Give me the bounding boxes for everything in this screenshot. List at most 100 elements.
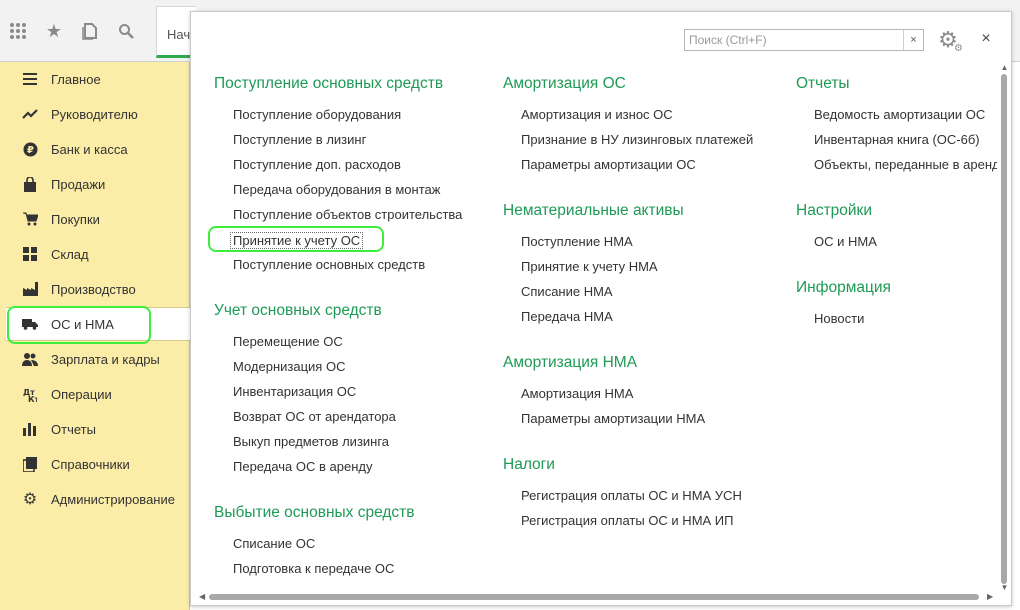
gear-icon: ⚙ [22,491,38,508]
menu-link[interactable]: Списание НМА [521,284,613,299]
warehouse-icon [22,246,38,262]
menu-link[interactable]: Инвентарная книга (ОС-6б) [814,132,980,147]
menu-link[interactable]: ОС и НМА [814,234,877,249]
sidebar-item-label: Главное [51,71,101,87]
horizontal-scroll-thumb[interactable] [209,594,979,600]
section-title: Отчеты [796,75,850,92]
menu-link[interactable]: Параметры амортизации ОС [521,157,696,172]
menu-link[interactable]: Перемещение ОС [233,334,343,349]
ruble-coin-icon: ₽ [22,141,38,157]
search-box: × [684,29,924,51]
menu-link[interactable]: Параметры амортизации НМА [521,411,705,426]
sidebar-item-operations[interactable]: Дт Кт Операции [6,377,190,411]
truck-icon [22,316,38,332]
sidebar-item-label: Операции [51,386,112,402]
menu-link[interactable]: Инвентаризация ОС [233,384,356,399]
menu-link[interactable]: Модернизация ОС [233,359,345,374]
star-icon[interactable]: ★ [36,13,72,49]
sidebar-item-label: Зарплата и кадры [51,351,160,367]
section-title: Информация [796,279,891,296]
sidebar-item-references[interactable]: Справочники [6,447,190,481]
sidebar-item-warehouse[interactable]: Склад [6,237,190,271]
section-title: Выбытие основных средств [214,504,415,521]
menu-link[interactable]: Передача НМА [521,309,613,324]
people-icon [22,351,38,367]
menu-link[interactable]: Новости [814,311,864,326]
trend-icon [22,106,38,122]
sidebar-item-purchases[interactable]: Покупки [6,202,190,236]
menu-link[interactable]: Регистрация оплаты ОС и НМА ИП [521,513,734,528]
menu-link[interactable]: Ведомость амортизации ОС [814,107,985,122]
menu-link[interactable]: Амортизация НМА [521,386,633,401]
sidebar-item-label: Руководителю [51,106,138,122]
debit-credit-icon: Дт Кт [22,386,38,402]
menu-link[interactable]: Поступление оборудования [233,107,401,122]
sidebar-item-admin[interactable]: ⚙ Администрирование [6,482,190,516]
sidebar-item-label: ОС и НМА [51,316,114,332]
menu-link[interactable]: Возврат ОС от арендатора [233,409,396,424]
sidebar-item-label: Администрирование [51,491,175,507]
menu-link[interactable]: Поступление доп. расходов [233,157,401,172]
vertical-scroll-thumb[interactable] [1001,74,1007,584]
sidebar-item-label: Производство [51,281,136,297]
menu-link[interactable]: Амортизация и износ ОС [521,107,673,122]
menu-link-focused[interactable]: Принятие к учету ОС [230,232,364,249]
menu-link[interactable]: Регистрация оплаты ОС и НМА УСН [521,488,742,503]
menu-link[interactable]: Принятие к учету НМА [521,259,658,274]
scroll-up-arrow-icon[interactable]: ▲ [1000,64,1009,72]
books-icon [22,456,38,472]
menu-link[interactable]: Списание ОС [233,536,315,551]
section-title: Налоги [503,456,555,473]
section-title: Амортизация ОС [503,75,626,92]
bar-chart-icon [22,421,38,437]
search-icon[interactable] [108,13,144,49]
sidebar-item-main[interactable]: Главное [6,62,190,96]
sidebar-item-label: Покупки [51,211,100,227]
menu-link[interactable]: Выкуп предметов лизинга [233,434,389,449]
section-title: Поступление основных средств [214,75,444,92]
shopping-bag-icon [22,176,38,192]
svg-text:Кт: Кт [28,395,37,402]
sidebar-item-manager[interactable]: Руководителю [6,97,190,131]
sidebar-item-salary[interactable]: Зарплата и кадры [6,342,190,376]
menu-link[interactable]: Подготовка к передаче ОС [233,561,394,576]
sidebar-item-bank[interactable]: ₽ Банк и касса [6,132,190,166]
menu-link[interactable]: Передача ОС в аренду [233,459,372,474]
sidebar-item-reports[interactable]: Отчеты [6,412,190,446]
menu-link[interactable]: Признание в НУ лизинговых платежей [521,132,753,147]
search-input[interactable] [685,30,903,50]
cart-icon [22,211,38,227]
scroll-left-arrow-icon[interactable]: ◀ [199,592,205,601]
vertical-scrollbar[interactable]: ▲ ▼ [998,64,1011,592]
section-title: Амортизация НМА [503,354,638,371]
sidebar-item-label: Справочники [51,456,130,472]
sidebar-item-fixed-assets[interactable]: ОС и НМА [6,307,190,341]
menu-link[interactable]: Поступление НМА [521,234,633,249]
scroll-right-arrow-icon[interactable]: ▶ [987,592,993,601]
menu-link[interactable]: Поступление объектов строительства [233,207,462,222]
settings-gear-icon[interactable]: ⚙ ⚙ [934,26,963,54]
menu-link[interactable]: Объекты, переданные в аренду [814,157,997,172]
menu-lines-icon [22,71,38,87]
menu-link[interactable]: Передача оборудования в монтаж [233,182,440,197]
scroll-down-arrow-icon[interactable]: ▼ [1000,584,1009,592]
toolbar-icons: ★ [0,0,154,62]
factory-icon [22,281,38,297]
history-icon[interactable] [72,13,108,49]
section-title: Нематериальные активы [503,202,684,219]
sidebar-item-production[interactable]: Производство [6,272,190,306]
sidebar-item-label: Отчеты [51,421,96,437]
sidebar-item-label: Банк и касса [51,141,128,157]
menu-link[interactable]: Поступление в лизинг [233,132,366,147]
sidebar-item-sales[interactable]: Продажи [6,167,190,201]
section-title: Настройки [796,202,873,219]
section-panel: × ⚙⚙ × Поступление основных средств Пост… [190,11,1012,606]
section-title: Учет основных средств [214,302,382,319]
sidebar-item-label: Продажи [51,176,106,192]
menu-link[interactable]: Поступление основных средств [233,257,425,272]
close-panel-button[interactable]: × [975,28,997,50]
clear-search-button[interactable]: × [903,30,923,50]
horizontal-scrollbar[interactable]: ◀ ▶ [197,591,997,603]
svg-text:₽: ₽ [27,145,34,156]
apps-grid-icon[interactable] [0,13,36,49]
